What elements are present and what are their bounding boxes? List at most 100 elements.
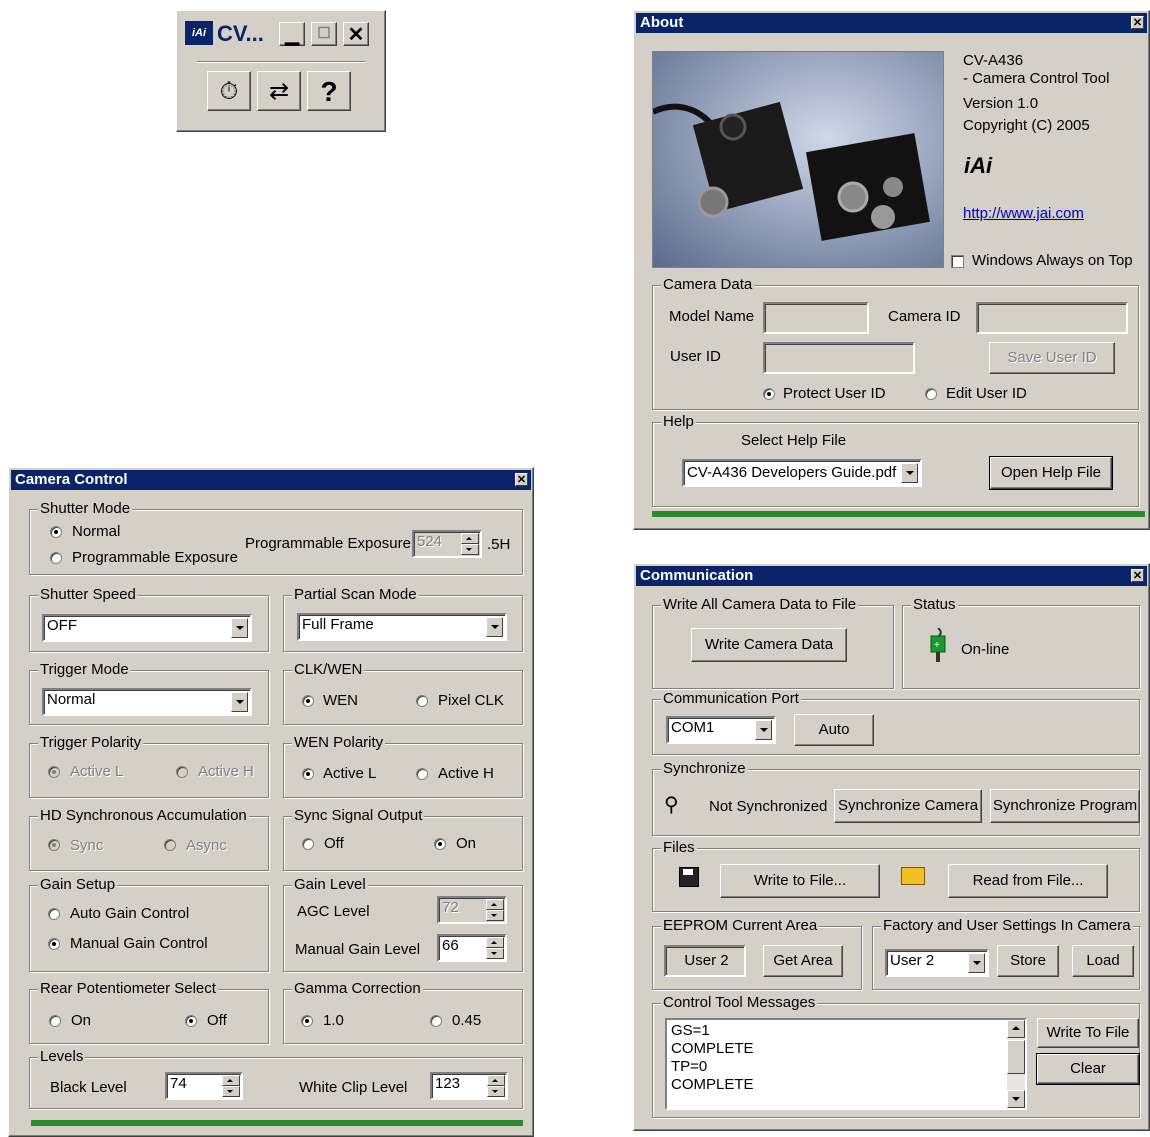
- chevron-down-icon[interactable]: [231, 692, 248, 712]
- user-settings-select[interactable]: User 2: [885, 949, 989, 977]
- gamma-1-radio[interactable]: [301, 1015, 313, 1027]
- shutter-normal-radio[interactable]: [50, 526, 62, 538]
- about-titlebar[interactable]: About ✕: [636, 13, 1147, 33]
- partial-scan-select[interactable]: Full Frame: [297, 613, 507, 641]
- black-level-field[interactable]: 74: [165, 1072, 243, 1100]
- manual-gain-level-field[interactable]: 66: [437, 934, 507, 962]
- wen-radio[interactable]: [302, 695, 314, 707]
- protect-user-id-radio[interactable]: [763, 388, 775, 400]
- camera-control-titlebar[interactable]: Camera Control ✕: [11, 470, 531, 490]
- write-to-file-button[interactable]: Write to File...: [720, 864, 880, 898]
- read-from-file-button[interactable]: Read from File...: [948, 864, 1108, 898]
- scroll-thumb[interactable]: [1007, 1040, 1025, 1074]
- messages-scrollbar[interactable]: [1007, 1020, 1025, 1108]
- load-button[interactable]: Load: [1072, 945, 1134, 977]
- wen-polarity-legend: WEN Polarity: [292, 734, 386, 752]
- messages-listbox[interactable]: GS=1 COMPLETE TP=0 COMPLETE: [665, 1018, 1027, 1110]
- wen-polarity-group: WEN Polarity Active L Active H: [283, 734, 523, 798]
- white-clip-label: White Clip Level: [299, 1079, 408, 1096]
- open-help-file-button[interactable]: Open Help File: [989, 456, 1113, 490]
- trigger-active-l-radio[interactable]: [48, 766, 60, 778]
- communication-close-button[interactable]: ✕: [1131, 569, 1144, 582]
- camera-control-close-button[interactable]: ✕: [515, 473, 528, 486]
- get-area-button[interactable]: Get Area: [763, 945, 843, 977]
- close-button[interactable]: ✕: [343, 22, 369, 46]
- sync-output-on-radio[interactable]: [434, 838, 446, 850]
- hd-async-radio[interactable]: [164, 839, 176, 851]
- scroll-down-button[interactable]: [1007, 1090, 1025, 1108]
- save-user-id-button[interactable]: Save User ID: [989, 342, 1115, 374]
- model-name-field[interactable]: [763, 302, 869, 334]
- stopwatch-button[interactable]: ⏱: [207, 71, 251, 111]
- write-to-file-log-button[interactable]: Write To File: [1037, 1018, 1139, 1048]
- black-level-label: Black Level: [50, 1079, 127, 1096]
- chevron-down-icon[interactable]: [968, 953, 985, 973]
- chevron-down-icon[interactable]: [755, 720, 772, 740]
- wen-label: WEN: [323, 692, 358, 709]
- edit-user-id-radio[interactable]: [925, 388, 937, 400]
- white-clip-field[interactable]: 123: [430, 1072, 508, 1100]
- user-id-field[interactable]: [763, 342, 915, 374]
- gain-level-legend: Gain Level: [292, 876, 368, 894]
- shutter-programmable-radio[interactable]: [50, 552, 62, 564]
- pixel-clk-radio[interactable]: [416, 695, 428, 707]
- clear-messages-button[interactable]: Clear: [1036, 1053, 1140, 1085]
- rear-pot-legend: Rear Potentiometer Select: [38, 980, 218, 998]
- camera-id-field[interactable]: [976, 302, 1128, 334]
- shutter-mode-legend: Shutter Mode: [38, 500, 133, 518]
- black-level-spinner[interactable]: [222, 1075, 240, 1097]
- shutter-mode-group: Shutter Mode Normal Programmable Exposur…: [29, 500, 523, 575]
- gamma-045-radio[interactable]: [430, 1015, 442, 1027]
- auto-port-button[interactable]: Auto: [794, 714, 874, 746]
- manual-gain-radio[interactable]: [48, 938, 60, 950]
- camera-control-title: Camera Control: [15, 471, 128, 488]
- always-on-top-checkbox[interactable]: [951, 255, 964, 268]
- transfer-button[interactable]: ⇄: [257, 71, 301, 111]
- status-legend: Status: [911, 596, 958, 614]
- stopwatch-icon: ⏱: [219, 78, 239, 105]
- help-file-select[interactable]: CV-A436 Developers Guide.pdf: [682, 459, 922, 487]
- manual-gain-spinner[interactable]: [486, 937, 504, 959]
- hd-sync-radio[interactable]: [48, 839, 60, 851]
- rear-pot-off-radio[interactable]: [185, 1015, 197, 1027]
- agc-spinner[interactable]: [486, 899, 504, 921]
- sync-output-off-radio[interactable]: [302, 838, 314, 850]
- scroll-up-button[interactable]: [1007, 1020, 1025, 1038]
- hd-async-label: Async: [186, 837, 227, 854]
- synchronize-program-button[interactable]: Synchronize Program: [990, 789, 1140, 823]
- mini-toolbar-titlebar[interactable]: iAi CV... ▁ ☐ ✕: [179, 14, 383, 54]
- clk-wen-group: CLK/WEN WEN Pixel CLK: [283, 661, 523, 725]
- trigger-active-l-label: Active L: [70, 763, 124, 780]
- com-port-select[interactable]: COM1: [666, 716, 776, 744]
- wen-active-h-radio[interactable]: [416, 768, 428, 780]
- communication-titlebar[interactable]: Communication ✕: [636, 566, 1147, 586]
- synchronize-camera-button[interactable]: Synchronize Camera: [834, 789, 982, 823]
- auto-gain-radio[interactable]: [48, 908, 60, 920]
- rear-pot-on-radio[interactable]: [49, 1015, 61, 1027]
- shutter-speed-select[interactable]: OFF: [42, 614, 252, 642]
- rear-pot-group: Rear Potentiometer Select On Off: [29, 980, 269, 1044]
- message-line: COMPLETE: [671, 1076, 754, 1093]
- programmable-exposure-value: 524: [417, 533, 443, 550]
- chevron-down-icon[interactable]: [901, 463, 918, 483]
- programmable-exposure-field[interactable]: 524: [412, 530, 482, 558]
- agc-level-field[interactable]: 72: [437, 896, 507, 924]
- minimize-button[interactable]: ▁: [279, 22, 305, 46]
- website-link[interactable]: http://www.jai.com: [963, 205, 1084, 223]
- mini-toolbar-window: iAi CV... ▁ ☐ ✕ ⏱ ⇄ ?: [176, 10, 386, 132]
- chevron-down-icon[interactable]: [486, 617, 503, 637]
- trigger-mode-select[interactable]: Normal: [42, 688, 252, 716]
- help-legend: Help: [661, 413, 696, 431]
- about-close-button[interactable]: ✕: [1131, 16, 1144, 29]
- chevron-down-icon[interactable]: [231, 618, 248, 638]
- white-clip-spinner[interactable]: [487, 1075, 505, 1097]
- write-camera-data-button[interactable]: Write Camera Data: [691, 628, 847, 662]
- maximize-button[interactable]: ☐: [311, 22, 337, 46]
- wen-active-l-radio[interactable]: [302, 768, 314, 780]
- store-button[interactable]: Store: [997, 945, 1059, 977]
- files-group: Files Write to File... Read from File...: [652, 839, 1140, 912]
- exposure-spinner[interactable]: [461, 533, 479, 555]
- trigger-active-h-radio[interactable]: [176, 766, 188, 778]
- manual-gain-level-label: Manual Gain Level: [295, 941, 421, 958]
- help-button[interactable]: ?: [307, 71, 351, 111]
